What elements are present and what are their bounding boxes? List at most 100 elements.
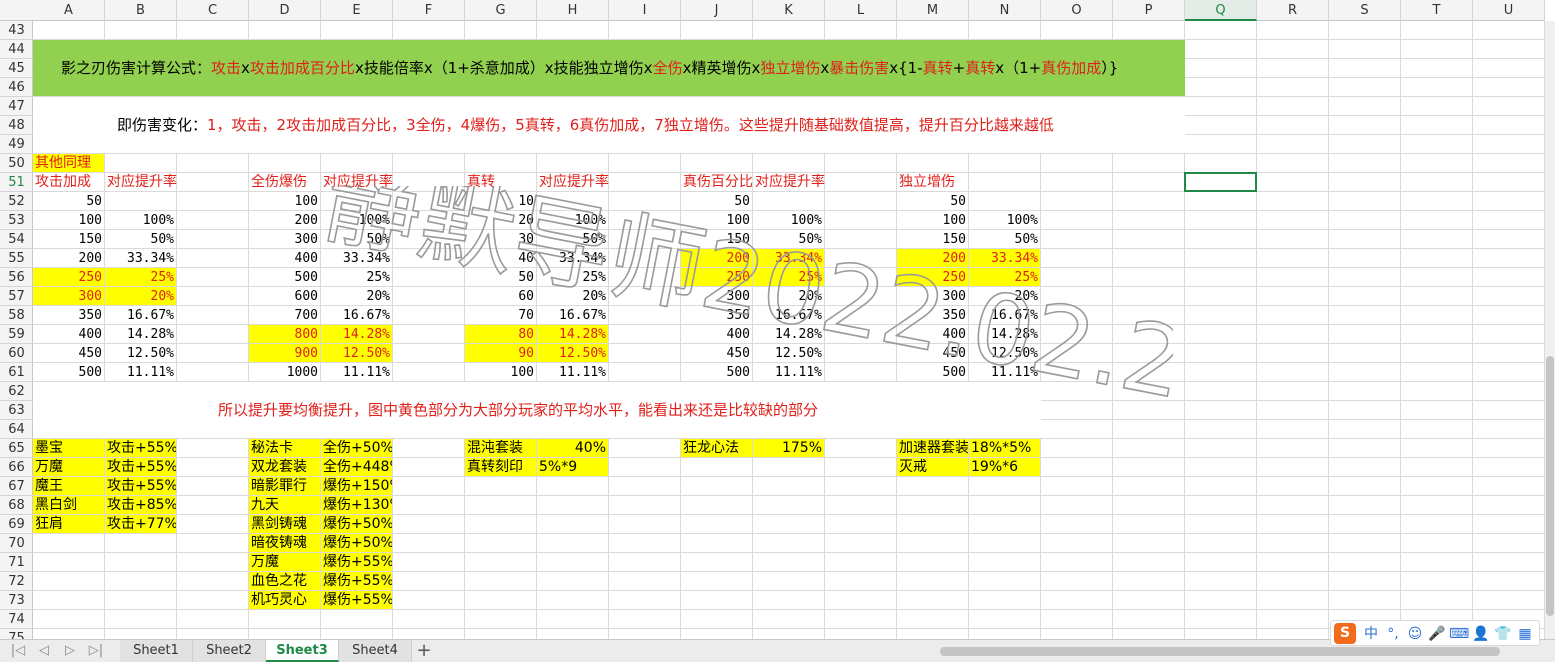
next-sheet-icon[interactable]: ▷: [62, 643, 78, 659]
column-header-i[interactable]: I: [609, 0, 681, 21]
cell-grid[interactable]: 影之刃伤害计算公式：攻击x攻击加成百分比x技能倍率x（1+杀意加成）x技能独立增…: [33, 21, 1545, 639]
column-header-n[interactable]: N: [969, 0, 1041, 21]
row-header-55[interactable]: 55: [0, 249, 33, 268]
column-header-m[interactable]: M: [897, 0, 969, 21]
row-header-72[interactable]: 72: [0, 572, 33, 591]
gear-name: 墨宝: [35, 440, 63, 456]
sheet-tab-sheet4[interactable]: Sheet4: [339, 640, 412, 662]
column-header-t[interactable]: T: [1401, 0, 1473, 21]
gridline-h: [33, 153, 1545, 154]
table-0-rate: 50%: [150, 232, 174, 247]
table-4-rate: 16.67%: [991, 308, 1038, 323]
column-header-a[interactable]: A: [33, 0, 105, 21]
table-1-rate: 16.67%: [343, 308, 390, 323]
column-header-p[interactable]: P: [1113, 0, 1185, 21]
gear-name: 暗夜铸魂: [251, 535, 307, 551]
row-header-54[interactable]: 54: [0, 230, 33, 249]
gear-name: 暗影罪行: [251, 478, 307, 494]
column-header-s[interactable]: S: [1329, 0, 1401, 21]
row-header-65[interactable]: 65: [0, 439, 33, 458]
row-header-68[interactable]: 68: [0, 496, 33, 515]
row-header-57[interactable]: 57: [0, 287, 33, 306]
punctuation-icon[interactable]: °,: [1383, 624, 1403, 644]
column-header-d[interactable]: D: [249, 0, 321, 21]
emoji-icon[interactable]: ☺: [1405, 624, 1425, 644]
row-header-63[interactable]: 63: [0, 401, 33, 420]
row-header-71[interactable]: 71: [0, 553, 33, 572]
row-header-43[interactable]: 43: [0, 21, 33, 40]
row-header-44[interactable]: 44: [0, 40, 33, 59]
column-header-f[interactable]: F: [393, 0, 465, 21]
row-header-48[interactable]: 48: [0, 116, 33, 135]
sheet-tab-sheet3[interactable]: Sheet3: [266, 640, 339, 662]
last-sheet-icon[interactable]: ▷|: [88, 643, 104, 659]
row-header-49[interactable]: 49: [0, 135, 33, 154]
column-header-e[interactable]: E: [321, 0, 393, 21]
toolbox-icon[interactable]: ▦: [1515, 624, 1535, 644]
row-header-69[interactable]: 69: [0, 515, 33, 534]
add-sheet-button[interactable]: +: [414, 641, 434, 661]
column-header-c[interactable]: C: [177, 0, 249, 21]
table-1-value: 500: [294, 270, 318, 285]
row-header-56[interactable]: 56: [0, 268, 33, 287]
selected-cell[interactable]: [1184, 172, 1257, 192]
column-header-o[interactable]: O: [1041, 0, 1113, 21]
row-header-46[interactable]: 46: [0, 78, 33, 97]
row-header-70[interactable]: 70: [0, 534, 33, 553]
column-header-u[interactable]: U: [1473, 0, 1545, 21]
row-header-50[interactable]: 50: [0, 154, 33, 173]
row-header-67[interactable]: 67: [0, 477, 33, 496]
spreadsheet-window: ABCDEFGHIJKLMNOPQRSTU 43 44 45 46 47 48 49 50 51…: [0, 0, 1555, 662]
row-header-61[interactable]: 61: [0, 363, 33, 382]
first-sheet-icon[interactable]: |◁: [10, 643, 26, 659]
gear-name: 黑剑铸魂: [251, 516, 307, 532]
sheet-tab-sheet1[interactable]: Sheet1: [120, 640, 193, 662]
prev-sheet-icon[interactable]: ◁: [36, 643, 52, 659]
formula-part: 攻击加成百分比: [249, 59, 355, 77]
table-3-value: 350: [726, 308, 750, 323]
column-header-r[interactable]: R: [1257, 0, 1329, 21]
voice-input-icon[interactable]: 🎤: [1427, 624, 1447, 644]
row-header-74[interactable]: 74: [0, 610, 33, 629]
table-1-value: 700: [294, 308, 318, 323]
row-header-64[interactable]: 64: [0, 420, 33, 439]
gear-value: 爆伤+55%: [323, 573, 392, 589]
sheet-tab-sheet2[interactable]: Sheet2: [193, 640, 266, 662]
skin-icon[interactable]: 👕: [1493, 624, 1513, 644]
horizontal-scroll-thumb[interactable]: [940, 647, 1500, 656]
table-0-value: 450: [78, 346, 102, 361]
row-header-51[interactable]: 51: [0, 173, 33, 192]
gridline-v: [1472, 21, 1473, 639]
user-icon[interactable]: 👤: [1471, 624, 1491, 644]
keyboard-icon[interactable]: ⌨: [1449, 624, 1469, 644]
row-header-45[interactable]: 45: [0, 59, 33, 78]
chinese-mode-icon[interactable]: 中: [1361, 624, 1381, 644]
row-header-66[interactable]: 66: [0, 458, 33, 477]
gear-value: 爆伤+55%: [323, 592, 392, 608]
table-3-value: 400: [726, 327, 750, 342]
column-header-l[interactable]: L: [825, 0, 897, 21]
formula-part: 独立增伤: [760, 59, 821, 77]
row-header-73[interactable]: 73: [0, 591, 33, 610]
row-header-58[interactable]: 58: [0, 306, 33, 325]
row-header-59[interactable]: 59: [0, 325, 33, 344]
table-0-rate: 20%: [150, 289, 174, 304]
row-header-53[interactable]: 53: [0, 211, 33, 230]
vertical-scroll-thumb[interactable]: [1546, 356, 1554, 616]
gear-value: 爆伤+50%: [323, 535, 392, 551]
sogou-logo-icon[interactable]: S: [1334, 623, 1356, 644]
column-header-g[interactable]: G: [465, 0, 537, 21]
column-header-h[interactable]: H: [537, 0, 609, 21]
column-header-k[interactable]: K: [753, 0, 825, 21]
row-header-60[interactable]: 60: [0, 344, 33, 363]
column-header-b[interactable]: B: [105, 0, 177, 21]
change-line-prefix: 即伤害变化：: [117, 116, 208, 134]
column-header-j[interactable]: J: [681, 0, 753, 21]
table-2-rate: 20%: [582, 289, 606, 304]
column-header-q[interactable]: Q: [1185, 0, 1257, 21]
vertical-scrollbar[interactable]: [1545, 21, 1555, 639]
horizontal-scrollbar[interactable]: [925, 644, 1540, 659]
row-header-47[interactable]: 47: [0, 97, 33, 116]
row-header-62[interactable]: 62: [0, 382, 33, 401]
row-header-52[interactable]: 52: [0, 192, 33, 211]
